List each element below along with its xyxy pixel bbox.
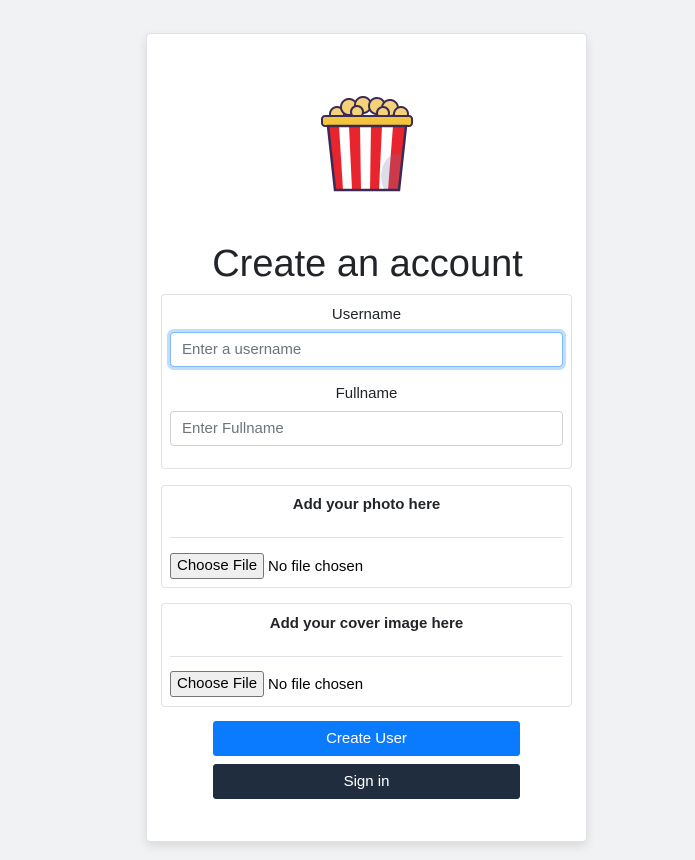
photo-file-input: Choose File No file chosen xyxy=(170,553,363,579)
divider xyxy=(170,656,563,657)
sign-in-button[interactable]: Sign in xyxy=(213,764,520,799)
page-title: Create an account xyxy=(212,243,523,285)
account-fields-panel: Username Fullname xyxy=(161,294,572,469)
username-input[interactable] xyxy=(170,332,563,367)
cover-upload-panel: Add your cover image here Choose File No… xyxy=(161,603,572,707)
photo-file-status: No file chosen xyxy=(268,557,364,575)
cover-file-input: Choose File No file chosen xyxy=(170,671,363,697)
fullname-input[interactable] xyxy=(170,411,563,446)
username-label: Username xyxy=(331,306,402,323)
fullname-label: Fullname xyxy=(335,385,398,402)
photo-upload-panel: Add your photo here Choose File No file … xyxy=(161,485,572,588)
cover-upload-title: Add your cover image here xyxy=(269,615,464,632)
popcorn-bucket-icon xyxy=(321,96,413,192)
signup-card: Create an account Username Fullname Add … xyxy=(146,33,587,842)
create-user-button[interactable]: Create User xyxy=(213,721,520,756)
photo-upload-title: Add your photo here xyxy=(292,496,441,513)
cover-choose-file-button[interactable]: Choose File xyxy=(170,671,265,697)
divider xyxy=(170,537,563,538)
cover-file-status: No file chosen xyxy=(268,675,364,693)
photo-choose-file-button[interactable]: Choose File xyxy=(170,553,265,579)
